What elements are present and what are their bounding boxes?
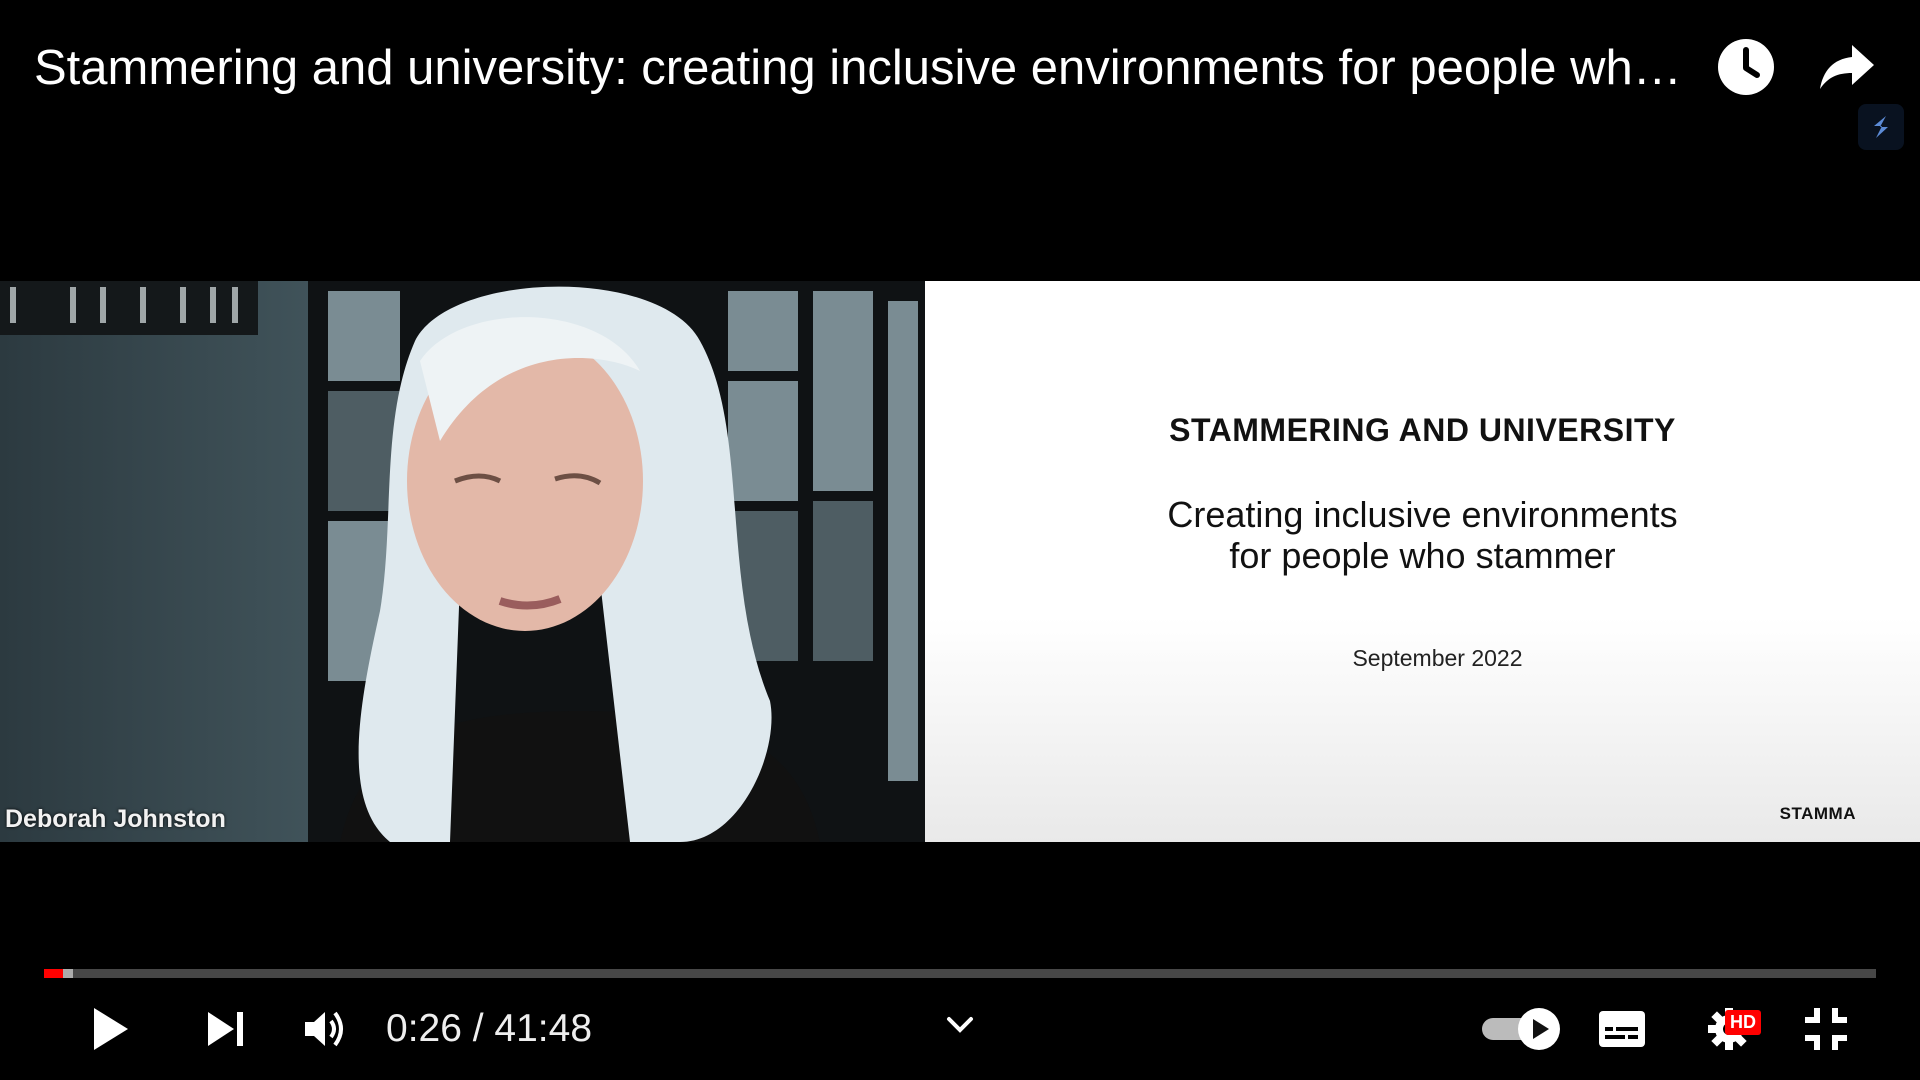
volume-icon [305,1011,343,1047]
slide-subtitle: Creating inclusive environments for peop… [925,494,1920,576]
volume-button[interactable] [296,994,356,1064]
current-time: 0:26 [386,1007,462,1050]
chevron-down-icon [947,1017,973,1033]
stamma-logo: STAMMA [1779,804,1856,823]
next-button[interactable] [196,994,256,1064]
share-button[interactable] [1812,32,1882,102]
progress-bar[interactable] [44,969,1876,978]
subtitles-icon [1599,1011,1645,1047]
autoplay-toggle[interactable] [1476,994,1566,1064]
title-overlay: Stammering and university: creating incl… [0,0,1920,150]
slide-subtitle-line1: Creating inclusive environments [1167,494,1678,535]
watch-later-button[interactable] [1711,32,1781,102]
speaker-name-label: Deborah Johnston [5,805,226,833]
video-frame[interactable]: Deborah Johnston STAMMERING AND UNIVERSI… [0,281,1920,842]
slide-heading: STAMMERING AND UNIVERSITY [1169,412,1676,448]
exit-fullscreen-button[interactable] [1796,994,1856,1064]
speaker-video: Deborah Johnston [0,281,925,842]
time-separator: / [461,1007,495,1050]
presentation-slide: STAMMERING AND UNIVERSITY Creating inclu… [925,281,1920,842]
exit-fullscreen-icon [1805,1008,1847,1050]
duration: 41:48 [494,1007,593,1050]
time-display: 0:26 / 41:48 [386,1004,592,1054]
video-title[interactable]: Stammering and university: creating incl… [34,38,1694,98]
play-icon [94,1008,128,1050]
extension-icon[interactable] [1858,104,1904,150]
slide-date: September 2022 [1352,645,1523,671]
play-button[interactable] [80,994,140,1064]
hd-badge: HD [1725,1010,1761,1035]
next-icon [208,1012,243,1046]
clock-icon [1718,39,1774,95]
share-icon [1820,45,1874,89]
played-bar [44,969,64,978]
subtitles-button[interactable] [1592,994,1652,1064]
autoplay-toggle-icon [1482,1008,1560,1050]
expand-chevron-button[interactable] [930,990,990,1060]
speaker-figure [340,286,820,842]
wall-shelf [0,281,258,335]
slide-subtitle-line2: for people who stammer [1229,535,1616,576]
